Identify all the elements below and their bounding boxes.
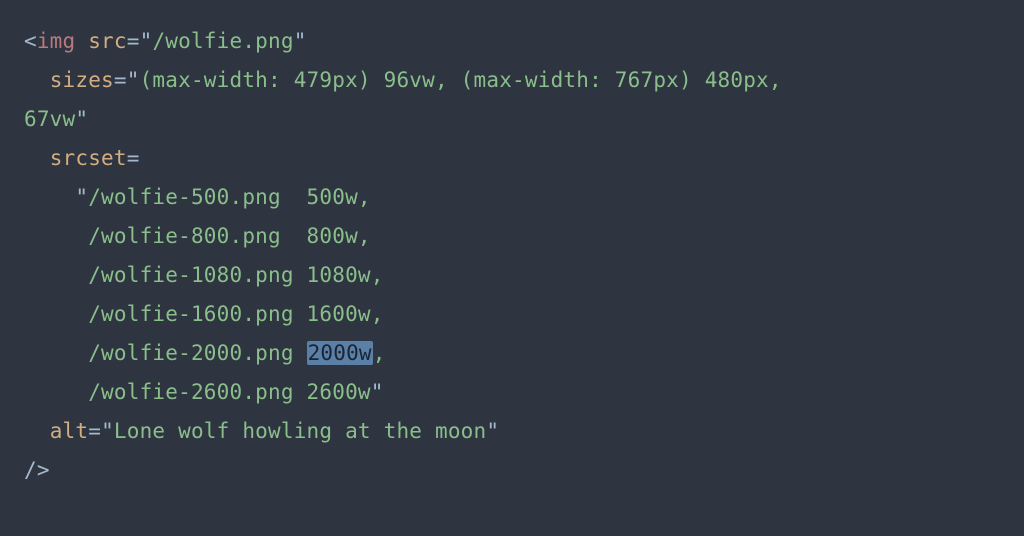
quote: " [75, 185, 88, 209]
quote: " [127, 68, 140, 92]
equals: = [127, 29, 140, 53]
equals: = [127, 146, 140, 170]
code-line: alt="Lone wolf howling at the moon" [24, 412, 1004, 451]
self-close: /> [24, 458, 50, 482]
quote: " [371, 380, 384, 404]
code-line: <img src="/wolfie.png" [24, 22, 1004, 61]
srcset-item: /wolfie-2600.png 2600w [24, 380, 371, 404]
equals: = [88, 419, 101, 443]
srcset-item: /wolfie-1080.png 1080w, [24, 263, 384, 287]
code-line: /wolfie-2600.png 2600w" [24, 373, 1004, 412]
angle-open: < [24, 29, 37, 53]
code-line: sizes="(max-width: 479px) 96vw, (max-wid… [24, 61, 1004, 100]
code-line: /> [24, 451, 1004, 490]
quote: " [75, 107, 88, 131]
code-line: /wolfie-2000.png 2000w, [24, 334, 1004, 373]
attr-srcset: srcset [50, 146, 127, 170]
attr-sizes: sizes [50, 68, 114, 92]
code-line: "/wolfie-500.png 500w, [24, 178, 1004, 217]
quote: " [294, 29, 307, 53]
quote: " [486, 419, 499, 443]
src-value: /wolfie.png [152, 29, 293, 53]
code-line: /wolfie-1080.png 1080w, [24, 256, 1004, 295]
srcset-item-prefix: /wolfie-2000.png [24, 341, 307, 365]
srcset-item: /wolfie-800.png 800w, [24, 224, 371, 248]
sizes-value-part1: (max-width: 479px) 96vw, (max-width: 767… [140, 68, 795, 92]
alt-value: Lone wolf howling at the moon [114, 419, 486, 443]
code-line: srcset= [24, 139, 1004, 178]
code-line: /wolfie-1600.png 1600w, [24, 295, 1004, 334]
tag-name: img [37, 29, 76, 53]
srcset-item: /wolfie-1600.png 1600w, [24, 302, 384, 326]
sizes-value-part2: 67vw [24, 107, 75, 131]
quote: " [101, 419, 114, 443]
attr-src: src [88, 29, 127, 53]
text-selection[interactable]: 2000w [307, 341, 373, 365]
code-block[interactable]: <img src="/wolfie.png" sizes="(max-width… [0, 0, 1024, 510]
quote: " [140, 29, 153, 53]
srcset-item-suffix: , [373, 341, 386, 365]
code-line: 67vw" [24, 100, 1004, 139]
attr-alt: alt [50, 419, 89, 443]
equals: = [114, 68, 127, 92]
code-line: /wolfie-800.png 800w, [24, 217, 1004, 256]
srcset-item: /wolfie-500.png 500w, [88, 185, 371, 209]
